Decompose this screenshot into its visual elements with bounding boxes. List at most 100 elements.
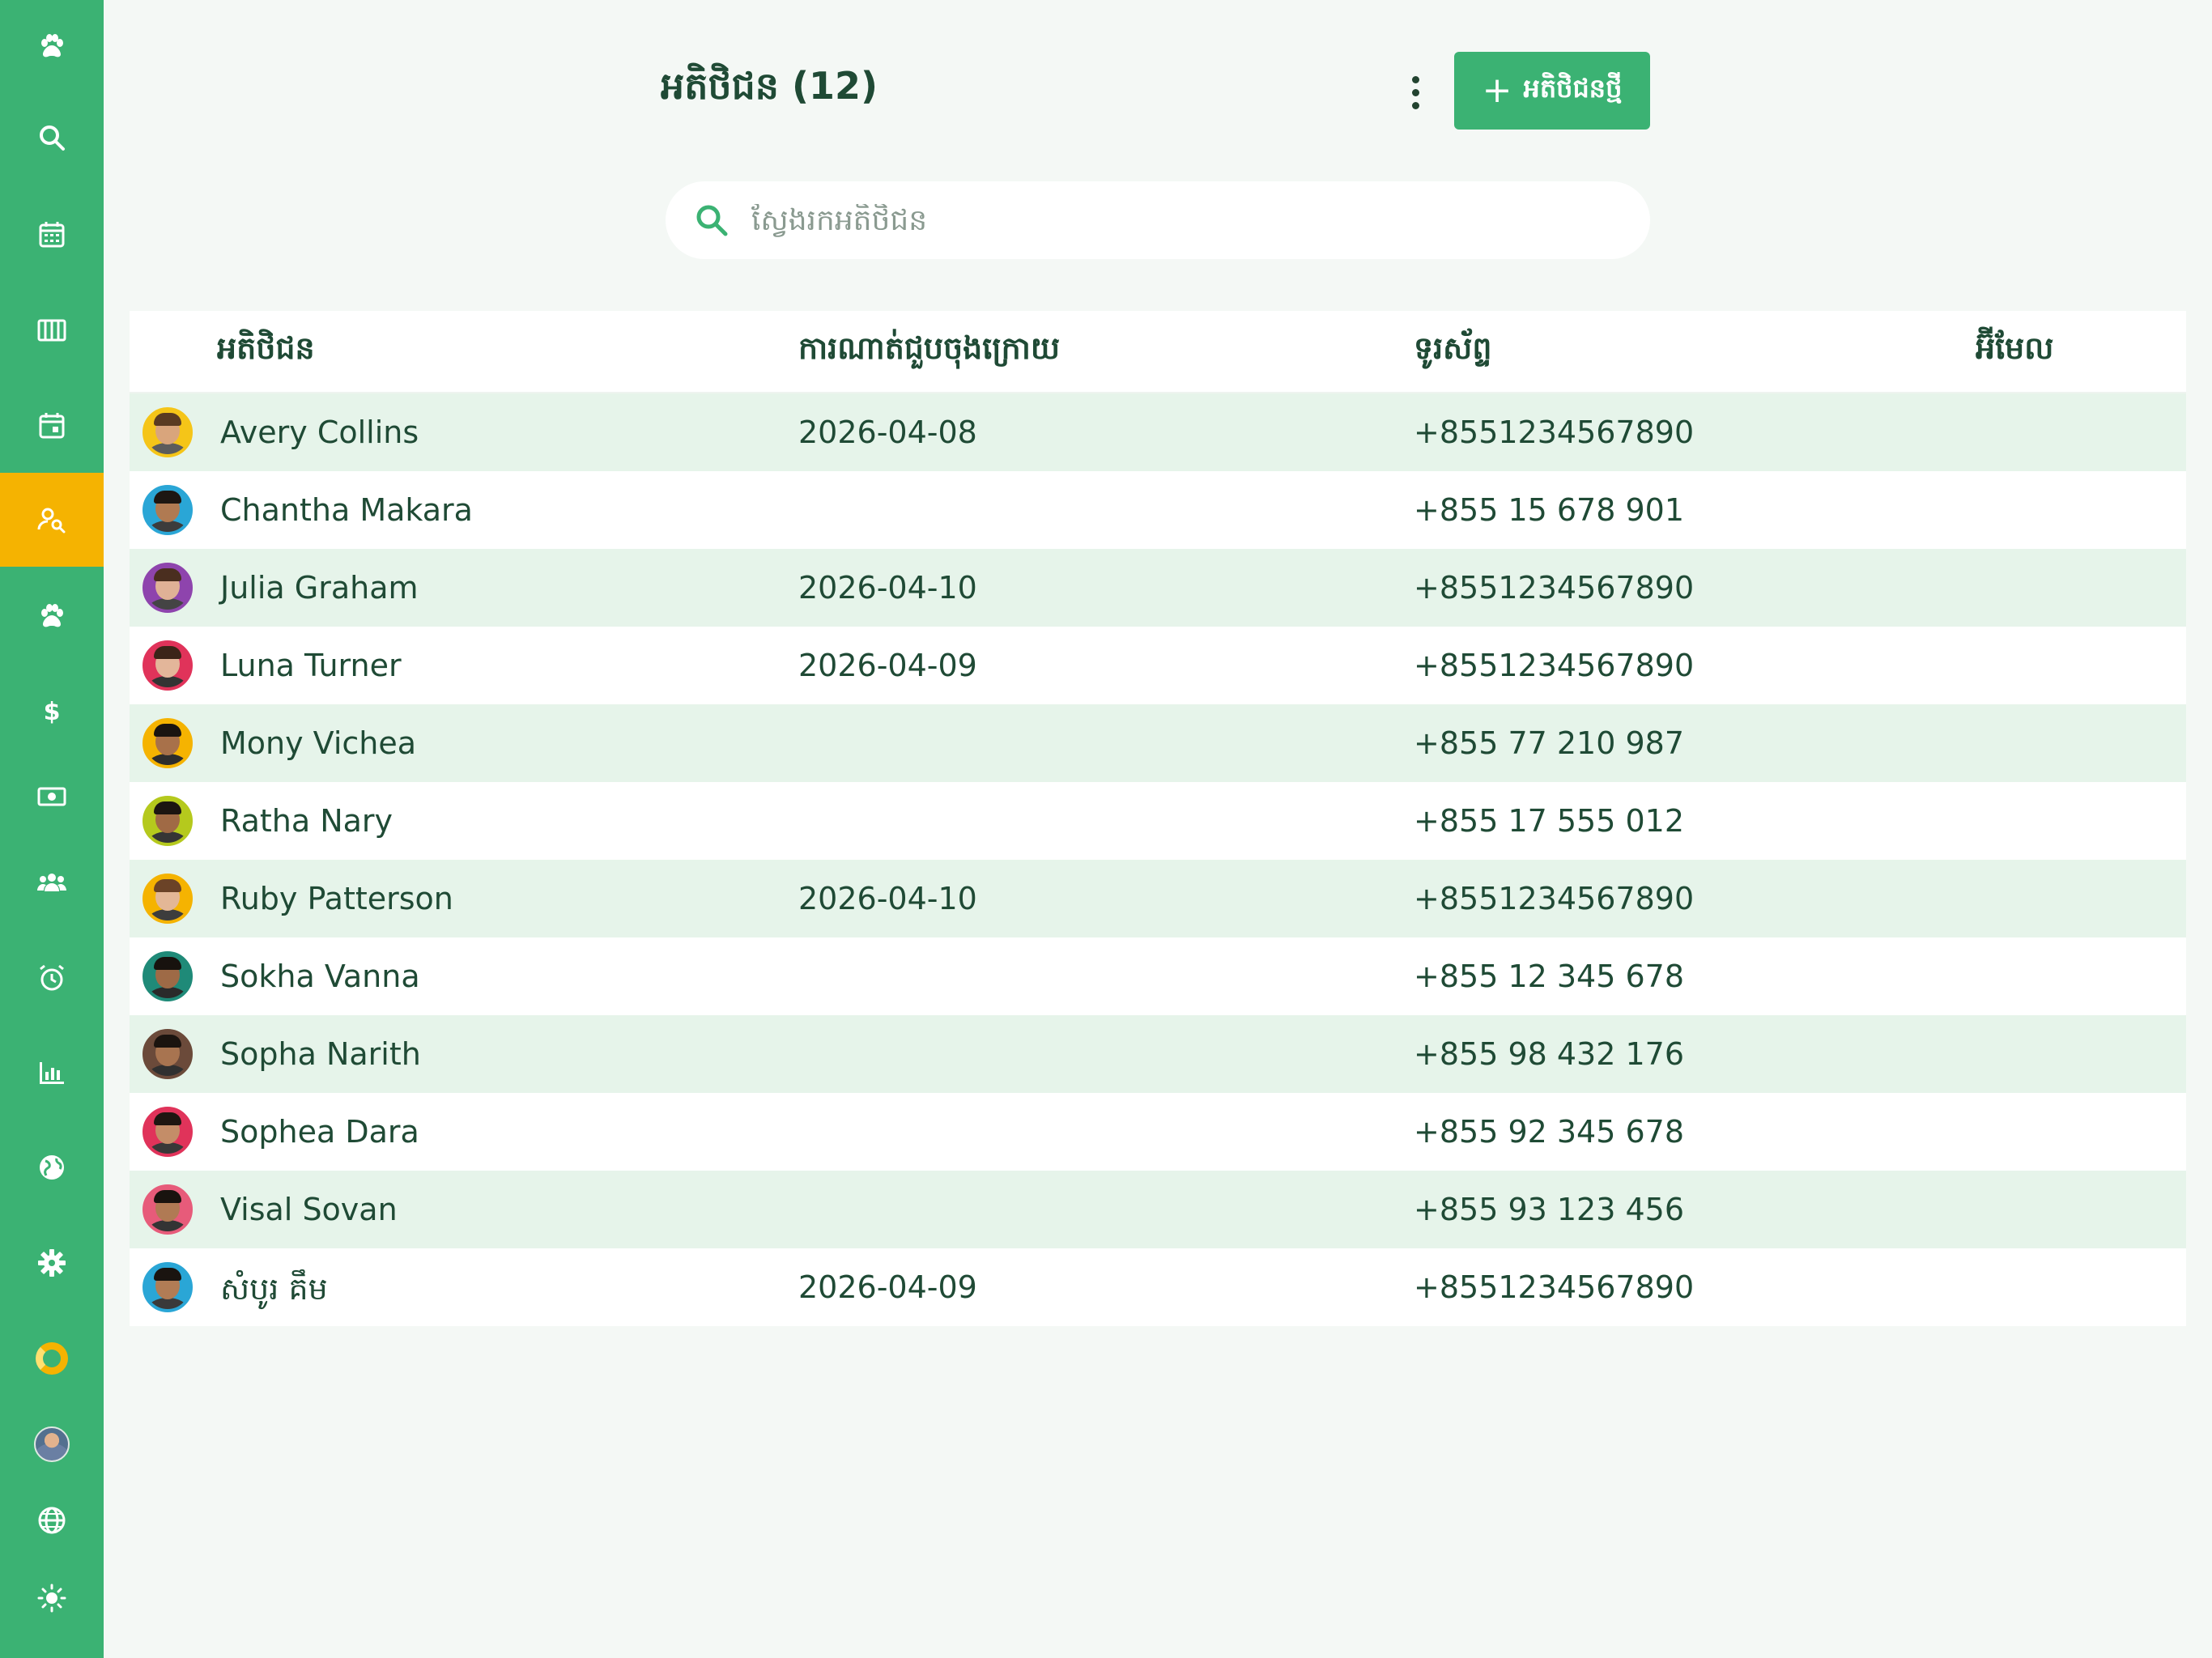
sidebar-item-day-calendar[interactable] bbox=[0, 379, 104, 473]
customers-table: អតិថិជន ការណាត់ជួបចុងក្រោយ ទូរស័ព្ទ អ៊ីម… bbox=[130, 311, 2186, 1326]
customer-avatar bbox=[143, 1029, 193, 1079]
sidebar-item-pricing[interactable]: $ bbox=[0, 664, 104, 758]
paw-icon bbox=[41, 34, 63, 57]
last-appointment-date: 2026-04-10 bbox=[798, 881, 977, 916]
phone-number: +855 93 123 456 bbox=[1414, 1192, 1685, 1227]
column-header-email[interactable]: អ៊ីមែល bbox=[1976, 329, 2053, 374]
search-bar bbox=[666, 181, 1650, 259]
customer-name: Sokha Vanna bbox=[220, 959, 420, 994]
language-globe-icon bbox=[38, 1507, 66, 1534]
table-row[interactable]: សំបូរ គឹម 2026-04-09 +8551234567890 bbox=[130, 1248, 2186, 1326]
phone-number: +855 12 345 678 bbox=[1414, 959, 1685, 994]
sidebar-item-board[interactable] bbox=[0, 283, 104, 377]
customer-avatar bbox=[143, 1262, 193, 1312]
search-icon bbox=[696, 205, 728, 236]
customer-avatar bbox=[143, 1107, 193, 1157]
customer-avatar bbox=[143, 640, 193, 691]
table-row[interactable]: Avery Collins 2026-04-08 +8551234567890 bbox=[130, 393, 2186, 471]
customer-name: Ratha Nary bbox=[220, 803, 393, 839]
customer-avatar bbox=[143, 407, 193, 457]
search-input[interactable] bbox=[751, 203, 1561, 237]
page-title: អតិថិជន (12) bbox=[661, 64, 878, 108]
add-customer-label: អតិថិជនថ្មី bbox=[1523, 72, 1623, 104]
customer-avatar bbox=[143, 796, 193, 846]
sidebar-item-customers[interactable] bbox=[0, 473, 104, 567]
sidebar-item-calendar[interactable] bbox=[0, 188, 104, 282]
table-row[interactable]: Luna Turner 2026-04-09 +8551234567890 bbox=[130, 627, 2186, 704]
sidebar-item-theme[interactable] bbox=[0, 1551, 104, 1645]
table-row[interactable]: Sopha Narith +855 98 432 176 bbox=[130, 1015, 2186, 1093]
phone-number: +8551234567890 bbox=[1414, 648, 1695, 683]
customer-name: Avery Collins bbox=[220, 414, 419, 450]
phone-number: +855 92 345 678 bbox=[1414, 1114, 1685, 1150]
table-row[interactable]: Ratha Nary +855 17 555 012 bbox=[130, 782, 2186, 860]
globe-filled-icon bbox=[40, 1155, 64, 1180]
phone-number: +855 98 432 176 bbox=[1414, 1036, 1685, 1072]
sidebar-item-pets[interactable] bbox=[0, 570, 104, 664]
table-row[interactable]: Mony Vichea +855 77 210 987 bbox=[130, 704, 2186, 782]
sun-icon bbox=[37, 1584, 66, 1613]
plus-icon: + bbox=[1482, 70, 1512, 111]
customer-name: Chantha Makara bbox=[220, 492, 473, 528]
customer-avatar bbox=[143, 951, 193, 1001]
last-appointment-date: 2026-04-09 bbox=[798, 1269, 977, 1305]
sidebar-item-settings[interactable] bbox=[0, 1216, 104, 1310]
user-avatar bbox=[34, 1426, 70, 1462]
customer-name: Ruby Patterson bbox=[220, 881, 453, 916]
sidebar-item-staff[interactable] bbox=[0, 835, 104, 929]
cash-icon bbox=[37, 787, 66, 806]
board-columns-icon bbox=[37, 319, 66, 342]
group-icon bbox=[37, 874, 66, 891]
sidebar-item-search[interactable] bbox=[0, 91, 104, 185]
customer-name: Luna Turner bbox=[220, 648, 402, 683]
column-header-customer[interactable]: អតិថិជន bbox=[217, 329, 315, 374]
more-dot bbox=[1411, 101, 1419, 109]
sidebar-item-payments[interactable] bbox=[0, 750, 104, 844]
table-row[interactable]: Julia Graham 2026-04-10 +8551234567890 bbox=[130, 549, 2186, 627]
alarm-icon bbox=[40, 964, 64, 991]
search-icon bbox=[40, 125, 65, 151]
more-dot bbox=[1411, 88, 1419, 96]
phone-number: +8551234567890 bbox=[1414, 1269, 1695, 1305]
donut-icon bbox=[36, 1342, 68, 1375]
table-row[interactable]: Chantha Makara +855 15 678 901 bbox=[130, 471, 2186, 549]
bar-chart-icon bbox=[40, 1062, 64, 1084]
customer-avatar bbox=[143, 874, 193, 924]
last-appointment-date: 2026-04-09 bbox=[798, 648, 977, 683]
column-header-last-appointment[interactable]: ការណាត់ជួបចុងក្រោយ bbox=[798, 329, 1060, 374]
sidebar-item-website[interactable] bbox=[0, 1120, 104, 1214]
more-options-button[interactable] bbox=[1396, 66, 1435, 118]
more-dot bbox=[1411, 75, 1419, 83]
table-row[interactable]: Sophea Dara +855 92 345 678 bbox=[130, 1093, 2186, 1171]
paw-icon bbox=[41, 604, 63, 627]
add-customer-button[interactable]: + អតិថិជនថ្មី bbox=[1454, 52, 1650, 130]
customer-avatar bbox=[143, 563, 193, 613]
customer-avatar bbox=[143, 1184, 193, 1235]
table-header: អតិថិជន ការណាត់ជួបចុងក្រោយ ទូរស័ព្ទ អ៊ីម… bbox=[130, 311, 2186, 393]
customer-name: Julia Graham bbox=[220, 570, 419, 606]
customer-avatar bbox=[143, 485, 193, 535]
table-row[interactable]: Sokha Vanna +855 12 345 678 bbox=[130, 937, 2186, 1015]
sidebar-item-reports[interactable] bbox=[0, 1025, 104, 1119]
sidebar-item-usage[interactable] bbox=[0, 1312, 104, 1405]
sidebar-item-home[interactable] bbox=[0, 0, 104, 94]
phone-number: +8551234567890 bbox=[1414, 414, 1695, 450]
sidebar: $ bbox=[0, 0, 104, 1658]
sidebar-item-reminders[interactable] bbox=[0, 931, 104, 1025]
phone-number: +8551234567890 bbox=[1414, 881, 1695, 916]
table-body: Avery Collins 2026-04-08 +8551234567890 Cha… bbox=[130, 393, 2186, 1326]
svg-text:$: $ bbox=[44, 698, 61, 726]
customer-name: Visal Sovan bbox=[220, 1192, 398, 1227]
phone-number: +855 17 555 012 bbox=[1414, 803, 1685, 839]
calendar-day-icon bbox=[39, 413, 65, 439]
customer-name: Sopha Narith bbox=[220, 1036, 421, 1072]
phone-number: +855 77 210 987 bbox=[1414, 725, 1685, 761]
table-row[interactable]: Visal Sovan +855 93 123 456 bbox=[130, 1171, 2186, 1248]
column-header-phone[interactable]: ទូរស័ព្ទ bbox=[1414, 329, 1491, 374]
customer-name: សំបូរ គឹម bbox=[220, 1271, 328, 1307]
gear-icon bbox=[38, 1249, 66, 1277]
customer-search-icon bbox=[37, 508, 66, 534]
table-row[interactable]: Ruby Patterson 2026-04-10 +8551234567890 bbox=[130, 860, 2186, 937]
last-appointment-date: 2026-04-08 bbox=[798, 414, 977, 450]
customer-name: Sophea Dara bbox=[220, 1114, 419, 1150]
